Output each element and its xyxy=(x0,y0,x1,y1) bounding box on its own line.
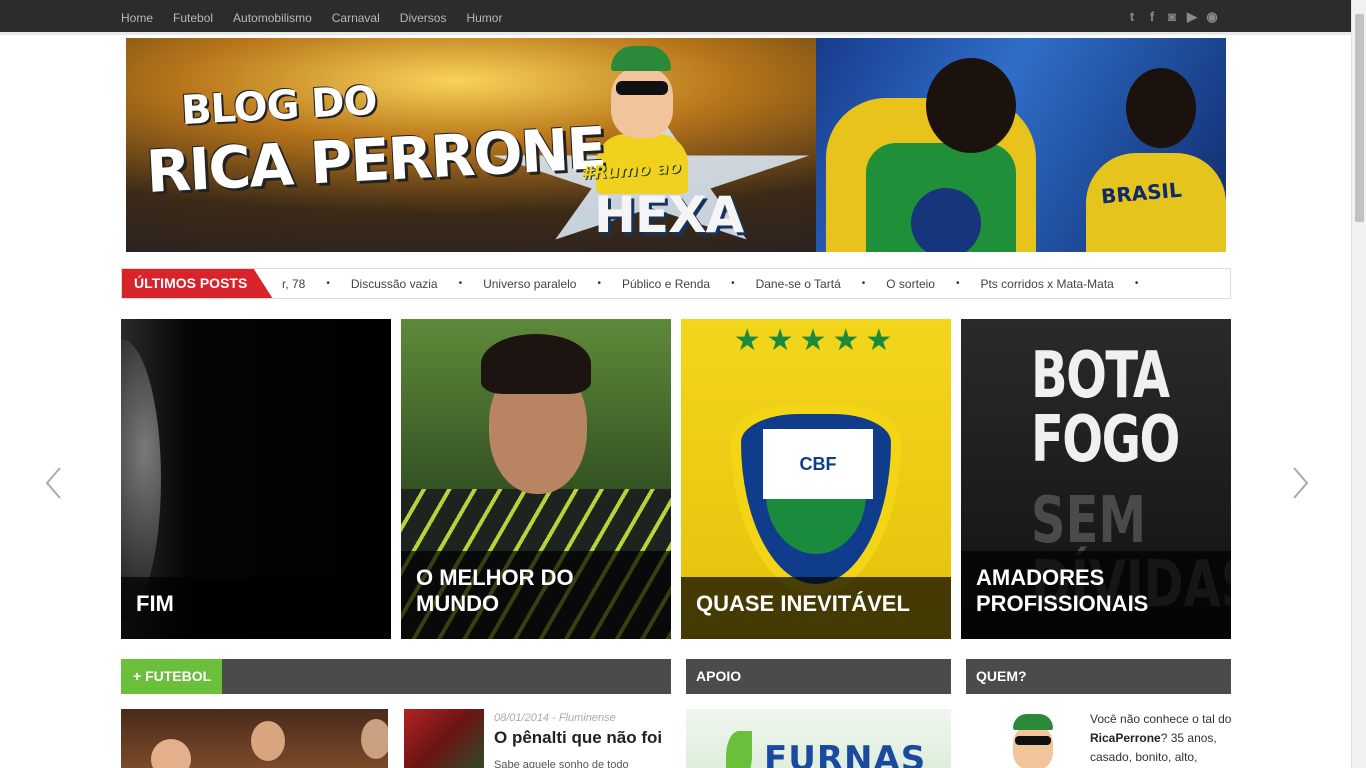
ticker-item[interactable]: O sorteio xyxy=(886,277,935,291)
ticker-label: ÚLTIMOS POSTS xyxy=(122,269,273,298)
author-avatar xyxy=(1005,712,1065,768)
banner-title-line1: BLOG DO xyxy=(179,77,378,135)
nav-home[interactable]: Home xyxy=(121,11,153,25)
banner-brazil-flag xyxy=(866,143,1016,252)
vertical-scrollbar[interactable] xyxy=(1351,0,1366,768)
slide-caption[interactable]: FIM xyxy=(121,577,391,639)
latest-posts-ticker: ÚLTIMOS POSTS r, 78 • Discussão vazia • … xyxy=(121,268,1231,299)
ticker-item[interactable]: Discussão vazia xyxy=(351,277,438,291)
crest-stars: ★★★★★ xyxy=(733,324,899,357)
ticker-separator: • xyxy=(597,278,601,289)
nav-diversos[interactable]: Diversos xyxy=(400,11,447,25)
banner-fan-head xyxy=(926,58,1016,153)
sponsor-name: FURNAS xyxy=(764,739,927,768)
ticker-item[interactable]: Pts corridos x Mata-Mata xyxy=(980,277,1113,291)
post-title-link[interactable]: O pênalti que não foi xyxy=(494,728,662,748)
featured-slide[interactable]: FIM xyxy=(121,319,391,639)
ticker-separator: • xyxy=(731,278,735,289)
futebol-section-header: + FUTEBOL xyxy=(121,659,671,694)
apoio-section-header: APOIO xyxy=(686,659,951,694)
post-thumbnail[interactable] xyxy=(404,709,484,768)
futebol-section-title[interactable]: + FUTEBOL xyxy=(121,659,222,694)
scrollbar-thumb[interactable] xyxy=(1355,14,1364,222)
social-links: t f ◙ ▶ ◉ xyxy=(1125,9,1219,25)
ticker-separator: • xyxy=(326,278,330,289)
top-navigation-bar: Home Futebol Automobilismo Carnaval Dive… xyxy=(0,0,1351,35)
sponsor-logo-leaf xyxy=(726,731,752,768)
ticker-item[interactable]: Dane-se o Tartá xyxy=(756,277,841,291)
ticker-separator: • xyxy=(458,278,463,289)
twitter-icon[interactable]: t xyxy=(1125,9,1139,25)
author-bio: Você não conhece o tal do RicaPerrone? 3… xyxy=(1090,712,1232,764)
slide-image-text: BOTA FOGO xyxy=(1031,339,1180,477)
featured-slide[interactable]: ★★★★★ CBF QUASE INEVITÁVEL xyxy=(681,319,951,639)
banner-hexa: HEXA xyxy=(594,186,744,244)
ticker-item[interactable]: Público e Renda xyxy=(622,277,710,291)
slide-caption[interactable]: AMADORES PROFISSIONAIS xyxy=(961,551,1231,639)
ticker-separator: • xyxy=(861,278,866,289)
ticker-item[interactable]: Universo paralelo xyxy=(483,277,576,291)
ticker-items: r, 78 • Discussão vazia • Universo paral… xyxy=(282,269,1159,298)
youtube-icon[interactable]: ▶ xyxy=(1185,9,1199,25)
ticker-separator: • xyxy=(1134,278,1139,289)
header-banner[interactable]: BRASIL BLOG DO RICA PERRONE #Rumo ao HEX… xyxy=(126,38,1226,252)
slider-prev-arrow-icon[interactable] xyxy=(44,466,64,500)
banner-fan-head-2 xyxy=(1126,68,1196,148)
nav-humor[interactable]: Humor xyxy=(466,11,502,25)
featured-slide[interactable]: BOTA FOGO SEM DÍVIDAS AMADORES PROFISSIO… xyxy=(961,319,1231,639)
ticker-item[interactable]: r, 78 xyxy=(282,277,305,291)
nav-futebol[interactable]: Futebol xyxy=(173,11,213,25)
instagram-icon[interactable]: ◙ xyxy=(1165,9,1179,25)
slide-caption[interactable]: QUASE INEVITÁVEL xyxy=(681,577,951,639)
main-menu: Home Futebol Automobilismo Carnaval Dive… xyxy=(121,0,522,35)
featured-slide[interactable]: O MELHOR DO MUNDO xyxy=(401,319,671,639)
slider-next-arrow-icon[interactable] xyxy=(1290,466,1310,500)
apoio-section-title: APOIO xyxy=(696,668,742,684)
sponsor-banner[interactable]: FURNAS xyxy=(686,709,951,768)
futebol-featured-thumbnail[interactable] xyxy=(121,709,388,768)
post-excerpt: Sabe aquele sonho de todo xyxy=(494,759,629,768)
ticker-separator: • xyxy=(955,278,960,289)
nav-automobilismo[interactable]: Automobilismo xyxy=(233,11,312,25)
cbf-crest-text: CBF xyxy=(763,429,873,499)
nav-carnaval[interactable]: Carnaval xyxy=(332,11,380,25)
slide-caption[interactable]: O MELHOR DO MUNDO xyxy=(401,551,671,639)
rss-icon[interactable]: ◉ xyxy=(1205,9,1219,25)
post-meta: 08/01/2014 - Fluminense xyxy=(494,712,616,724)
author-name: RicaPerrone xyxy=(1090,731,1161,745)
quem-section-header: QUEM? xyxy=(966,659,1231,694)
quem-section-title: QUEM? xyxy=(976,668,1027,684)
facebook-icon[interactable]: f xyxy=(1145,9,1159,25)
